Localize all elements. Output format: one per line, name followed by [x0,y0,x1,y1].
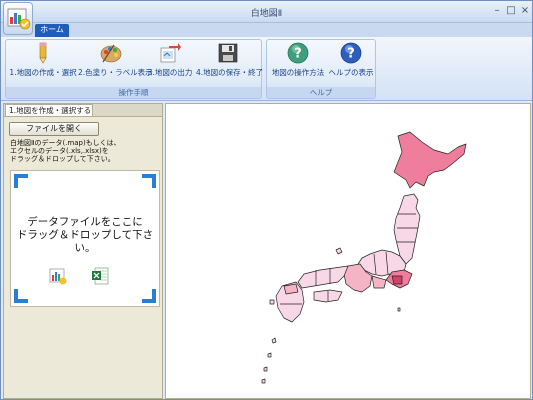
map-region-tokyo [391,275,403,285]
map-island [269,299,275,305]
show-help-label: ヘルプの表示 [328,68,374,77]
map-island [397,307,401,312]
ribbon-tab-bar: ホーム [1,23,532,37]
drop-corner-icon [142,174,156,188]
excel-file-icon [92,267,109,285]
instruction-line: エクセルのデータ(.xls,.xlsx)を [10,147,109,155]
group-label-help: ヘルプ [267,87,375,98]
save-map-label: 4.地図の保存・終了 [196,68,264,77]
map-region-hokkaido [393,131,467,189]
drop-text-line: ドラッグ＆ドロップして下さい。 [16,229,154,254]
map-island [271,337,277,344]
map-region-shizuoka [371,275,387,289]
tab-home[interactable]: ホーム [35,24,69,37]
map-island [261,378,266,384]
japan-map [261,131,467,384]
output-map-label: 3.地図の出力 [147,68,193,77]
task-panel: 1.地図を作成・選択する ファイルを開く 白地図Ⅱのデータ(.map)もしくは、… [3,103,163,399]
drop-instructions: 白地図Ⅱのデータ(.map)もしくは、 エクセルのデータ(.xls,.xlsx)… [10,139,160,163]
minimize-button[interactable]: – [490,4,504,18]
save-icon [218,43,238,63]
maximize-button[interactable]: □ [504,4,518,18]
open-file-button[interactable]: ファイルを開く [9,122,99,136]
help-icon: ? [287,42,309,64]
map-region-chugoku [297,265,349,289]
app-logo-icon [7,8,31,30]
file-drop-zone[interactable]: データファイルをここに ドラッグ＆ドロップして下さい。 [10,170,160,307]
svg-text:?: ? [347,47,355,62]
map-island [335,247,343,255]
panel-tab-create-map[interactable]: 1.地図を作成・選択する [5,104,93,116]
group-help: ? 地図の操作方法 ? ヘルプの表示 ヘルプ [266,39,376,99]
map-file-icon [49,268,67,285]
title-bar: 白地図Ⅱ – □ × [1,1,532,23]
drop-zone-text: データファイルをここに ドラッグ＆ドロップして下さい。 [11,216,159,255]
map-view[interactable] [165,103,531,399]
panel-body: ファイルを開く 白地図Ⅱのデータ(.map)もしくは、 エクセルのデータ(.xl… [4,116,162,398]
svg-text:?: ? [294,47,302,62]
app-window: 白地図Ⅱ – □ × ホーム 1.地図の作成・選択 2.色塗り・ラベル表示 3.… [0,0,533,400]
drop-corner-icon [142,289,156,303]
ribbon: 1.地図の作成・選択 2.色塗り・ラベル表示 3.地図の出力 4.地図の保存・終… [1,37,532,101]
app-menu-button[interactable] [3,2,33,35]
window-title: 白地図Ⅱ [250,9,283,19]
color-label-button[interactable]: 2.色塗り・ラベル表示 [78,42,153,78]
pencil-icon [39,42,47,64]
palette-icon [100,44,122,63]
map-region-tohoku [393,193,421,265]
show-help-button[interactable]: ? ヘルプの表示 [327,42,375,78]
map-operation-help-button[interactable]: ? 地図の操作方法 [269,42,327,78]
save-map-button[interactable]: 4.地図の保存・終了 [196,42,264,78]
export-icon [160,43,181,63]
instruction-line: ドラッグ＆ドロップして下さい。 [10,155,115,163]
drop-text-line: データファイルをここに [27,216,143,228]
help-icon: ? [340,42,362,64]
drop-corner-icon [14,174,28,188]
create-map-button[interactable]: 1.地図の作成・選択 [8,42,78,78]
drop-corner-icon [14,289,28,303]
map-island [263,366,268,372]
map-operation-help-label: 地図の操作方法 [271,68,325,77]
instruction-line: 白地図Ⅱのデータ(.map)もしくは、 [10,139,121,147]
group-operation-steps: 1.地図の作成・選択 2.色塗り・ラベル表示 3.地図の出力 4.地図の保存・終… [5,39,264,99]
map-island [267,352,272,358]
close-button[interactable]: × [518,4,532,18]
color-label-label: 2.色塗り・ラベル表示 [78,68,153,77]
map-region-fukuoka [283,283,299,295]
output-map-button[interactable]: 3.地図の出力 [144,42,196,78]
group-label-operation-steps: 操作手順 [6,87,261,98]
create-map-label: 1.地図の作成・選択 [9,68,77,77]
